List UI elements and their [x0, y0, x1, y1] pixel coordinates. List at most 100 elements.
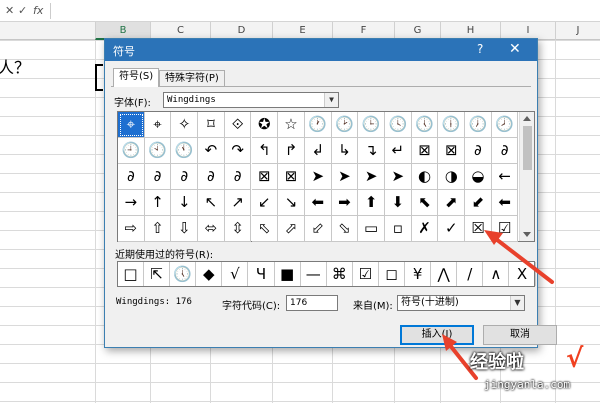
symbol-cell[interactable]: ⇳ — [224, 216, 252, 242]
tab-special-characters[interactable]: 特殊字符(P) — [159, 70, 225, 86]
symbol-cell[interactable]: → — [118, 190, 145, 216]
symbol-cell[interactable]: ⇩ — [171, 216, 199, 242]
symbol-cell[interactable]: ✪ — [251, 112, 279, 138]
symbol-cell[interactable]: ⊠ — [438, 138, 466, 164]
recent-symbol-cell[interactable]: X — [510, 262, 536, 286]
symbol-cell[interactable]: ∂ — [171, 164, 199, 190]
symbol-cell[interactable]: ∂ — [118, 164, 145, 190]
recent-symbol-cell[interactable]: ¥ — [405, 262, 432, 286]
symbol-cell[interactable]: ↶ — [198, 138, 225, 164]
symbol-cell[interactable]: ∂ — [491, 138, 519, 164]
column-header-j[interactable]: J — [555, 22, 600, 40]
symbol-cell[interactable]: ▭ — [358, 216, 385, 242]
symbol-cell[interactable]: ➤ — [358, 164, 385, 190]
symbol-cell[interactable]: 🕑 — [331, 112, 359, 138]
symbol-cell[interactable]: ⬂ — [331, 216, 359, 242]
cancel-entry-icon[interactable]: ✕ — [5, 4, 14, 17]
symbol-cell[interactable]: ➤ — [304, 164, 332, 190]
symbol-cell[interactable]: ⬄ — [198, 216, 225, 242]
symbol-cell[interactable]: ☒ — [465, 216, 492, 242]
symbol-cell[interactable]: 🕐 — [304, 112, 332, 138]
cancel-button[interactable]: 取消 — [483, 325, 557, 345]
recent-symbol-cell[interactable]: ⌘ — [327, 262, 353, 286]
symbol-cell[interactable]: ↓ — [171, 190, 199, 216]
font-select[interactable]: Wingdings ▼ — [163, 92, 339, 108]
symbol-cell[interactable]: 🕙 — [144, 138, 172, 164]
dialog-titlebar[interactable]: 符号 ? ✕ — [105, 39, 537, 61]
symbol-cell[interactable]: ∂ — [224, 164, 252, 190]
recent-symbol-cell[interactable]: ☑ — [353, 262, 379, 286]
recent-symbol-cell[interactable]: ⇱ — [144, 262, 171, 286]
symbol-cell[interactable]: 🕕 — [438, 112, 466, 138]
symbol-cell[interactable]: ◑ — [438, 164, 466, 190]
symbol-cell[interactable]: 🕓 — [385, 112, 412, 138]
symbol-cell[interactable]: ⬋ — [465, 190, 492, 216]
symbol-cell[interactable]: ⌑ — [198, 112, 225, 138]
symbol-cell[interactable]: ⬅ — [304, 190, 332, 216]
symbol-cell[interactable]: 🕖 — [465, 112, 492, 138]
character-code-input[interactable]: 176 — [286, 295, 338, 311]
symbol-cell[interactable]: ☆ — [278, 112, 305, 138]
symbol-cell[interactable]: ⬃ — [304, 216, 332, 242]
symbol-cell[interactable]: ✓ — [438, 216, 466, 242]
symbol-cell[interactable]: ⬇ — [385, 190, 412, 216]
symbol-cell[interactable]: ▫ — [385, 216, 412, 242]
symbol-cell[interactable]: ✗ — [411, 216, 439, 242]
close-button[interactable]: ✕ — [509, 41, 521, 57]
symbol-cell[interactable]: 🕚 — [171, 138, 199, 164]
symbol-cell[interactable]: 🕗 — [491, 112, 519, 138]
recent-symbol-cell[interactable]: ∧ — [483, 262, 510, 286]
symbol-cell[interactable]: ➤ — [331, 164, 359, 190]
symbol-cell[interactable]: ⬅ — [491, 190, 519, 216]
symbol-cell[interactable]: ↴ — [358, 138, 385, 164]
insert-button[interactable]: 插入(I) — [400, 325, 474, 345]
symbol-cell[interactable]: ← — [491, 164, 519, 190]
symbol-cell[interactable]: 🕒 — [358, 112, 385, 138]
symbol-cell[interactable]: ∂ — [465, 138, 492, 164]
symbol-cell[interactable]: ⊠ — [251, 164, 279, 190]
recent-symbol-cell[interactable]: ⋀ — [431, 262, 458, 286]
symbol-cell[interactable]: ⊠ — [278, 164, 305, 190]
symbol-cell[interactable]: ⬀ — [278, 216, 305, 242]
symbol-cell[interactable]: ↳ — [331, 138, 359, 164]
symbol-cell[interactable]: ↑ — [144, 190, 172, 216]
recent-symbol-cell[interactable]: 🕔 — [170, 262, 197, 286]
symbol-cell[interactable]: ↗ — [224, 190, 252, 216]
recent-symbol-cell[interactable]: √ — [222, 262, 249, 286]
symbol-cell[interactable]: ↷ — [224, 138, 252, 164]
active-cell-outline[interactable] — [95, 64, 103, 91]
symbol-cell[interactable]: ☑ — [491, 216, 519, 242]
insert-function-icon[interactable]: fx — [33, 4, 43, 17]
symbol-cell[interactable]: ➡ — [331, 190, 359, 216]
symbol-cell[interactable]: ⌖ — [118, 112, 145, 138]
recent-symbol-cell[interactable]: — — [301, 262, 327, 286]
symbol-cell[interactable]: ↘ — [278, 190, 305, 216]
scroll-down-icon[interactable] — [523, 232, 531, 237]
symbol-cell[interactable]: ⬈ — [438, 190, 466, 216]
recent-symbol-cell[interactable]: □ — [118, 262, 144, 286]
scroll-thumb[interactable] — [523, 126, 532, 170]
symbol-cell[interactable]: ↙ — [251, 190, 279, 216]
symbol-cell[interactable]: ⊠ — [411, 138, 439, 164]
symbol-cell[interactable]: 🕔 — [411, 112, 439, 138]
scroll-up-icon[interactable] — [523, 116, 531, 121]
tab-symbols[interactable]: 符号(S) — [113, 68, 160, 87]
symbol-cell[interactable]: ↵ — [385, 138, 412, 164]
chevron-down-icon[interactable]: ▼ — [324, 93, 338, 107]
symbol-cell[interactable]: ⬆ — [358, 190, 385, 216]
recent-symbol-cell[interactable]: ◆ — [196, 262, 223, 286]
confirm-entry-icon[interactable]: ✓ — [18, 4, 27, 17]
symbol-cell[interactable]: ⬉ — [411, 190, 439, 216]
symbol-cell[interactable]: ✧ — [171, 112, 199, 138]
help-button[interactable]: ? — [477, 42, 483, 56]
symbol-cell[interactable]: ◒ — [465, 164, 492, 190]
recent-symbol-cell[interactable]: Ч — [249, 262, 275, 286]
chevron-down-icon[interactable]: ▼ — [510, 296, 524, 310]
symbol-cell[interactable]: ∂ — [144, 164, 172, 190]
symbol-cell[interactable]: 🕘 — [118, 138, 145, 164]
symbol-cell[interactable]: ↖ — [198, 190, 225, 216]
symbol-cell[interactable]: ⇧ — [144, 216, 172, 242]
symbol-cell[interactable]: ↲ — [304, 138, 332, 164]
from-select[interactable]: 符号(十进制) ▼ — [397, 295, 525, 311]
symbol-cell[interactable]: ⟐ — [224, 112, 252, 138]
